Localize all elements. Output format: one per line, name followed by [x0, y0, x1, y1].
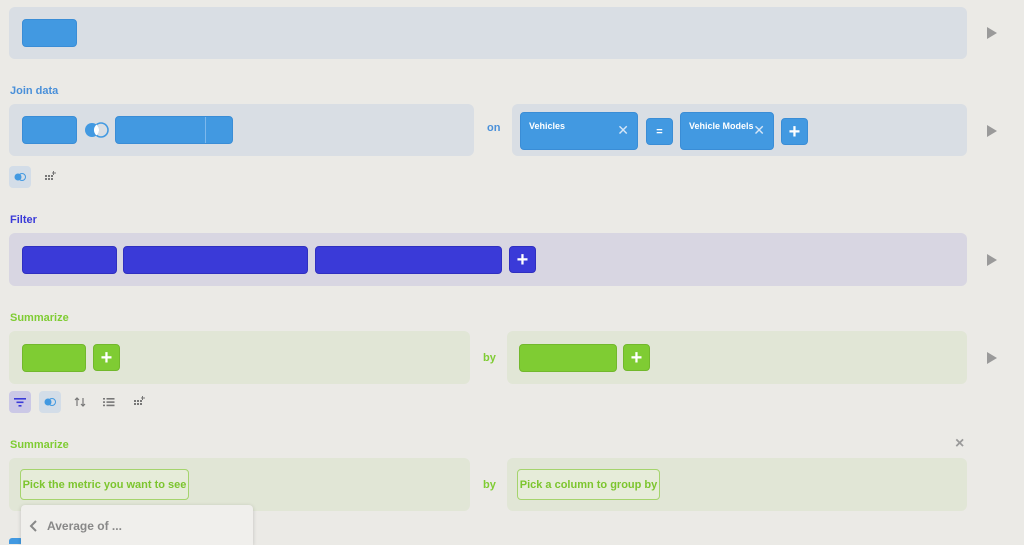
step-action-sort[interactable] — [69, 391, 91, 413]
popover-back-button[interactable]: Average of ... — [29, 518, 122, 534]
preview-play-icon[interactable] — [987, 254, 997, 266]
custom-column-icon — [134, 396, 145, 405]
join-right-column-label: Vehicle Models — [689, 121, 754, 131]
group-pill[interactable] — [519, 344, 617, 372]
join-on-label: on — [487, 122, 501, 134]
join-left-column-label: Vehicles — [529, 121, 566, 131]
join-operator-label: = — [656, 125, 663, 138]
add-filter-button[interactable]: + — [509, 246, 536, 273]
preview-play-icon[interactable] — [987, 125, 997, 137]
pick-group-column-label: Pick a column to group by — [519, 478, 658, 491]
summarize-metrics-panel: + — [9, 331, 470, 384]
custom-column-icon — [45, 171, 56, 180]
pick-metric-label: Pick the metric you want to see — [22, 478, 187, 491]
plus-icon: + — [100, 346, 113, 369]
filter-pill-2[interactable] — [123, 246, 308, 274]
summarize-new-by-label: by — [483, 479, 496, 491]
join-left-table-button[interactable] — [22, 116, 77, 144]
add-group-button[interactable]: + — [623, 344, 650, 371]
join-operator-button[interactable]: = — [646, 118, 673, 145]
join-tables-panel — [9, 104, 474, 156]
metric-picker-popover: Average of ... — [21, 505, 253, 545]
filter-pill-1[interactable] — [22, 246, 117, 274]
pick-group-column-button[interactable]: Pick a column to group by — [517, 469, 660, 500]
data-source-button[interactable] — [22, 19, 77, 47]
summarize-new-metrics-panel: Pick the metric you want to see — [9, 458, 470, 511]
join-right-table-divider — [205, 117, 206, 143]
summarize-groups-panel: + — [507, 331, 967, 384]
step-action-join[interactable] — [39, 391, 61, 413]
join-step-action-join[interactable] — [9, 166, 31, 188]
join-left-column-pill[interactable]: Vehicles ✕ — [520, 112, 638, 150]
summarize-new-groups-panel: Pick a column to group by — [507, 458, 967, 511]
preview-play-icon[interactable] — [987, 27, 997, 39]
pick-metric-button[interactable]: Pick the metric you want to see — [20, 469, 189, 500]
step-action-filter[interactable] — [9, 391, 31, 413]
preview-play-icon[interactable] — [987, 352, 997, 364]
join-step-title: Join data — [10, 85, 59, 97]
step-action-limit[interactable] — [98, 391, 120, 413]
data-step-panel — [9, 7, 967, 59]
list-icon — [103, 398, 115, 407]
add-join-condition-button[interactable]: + — [781, 118, 808, 145]
step-action-custom-column[interactable] — [128, 391, 150, 413]
chevron-left-icon — [29, 520, 37, 532]
filter-step-title: Filter — [10, 214, 37, 226]
popover-back-label: Average of ... — [47, 519, 122, 533]
join-right-table-button[interactable] — [115, 116, 233, 144]
plus-icon: + — [788, 120, 801, 143]
join-icon — [14, 173, 26, 181]
join-step-action-custom-column[interactable] — [39, 166, 61, 188]
join-icon — [44, 398, 56, 406]
summarize-new-step-title: Summarize — [10, 439, 69, 451]
filter-pill-3[interactable] — [315, 246, 502, 274]
remove-right-column-icon[interactable]: ✕ — [753, 123, 765, 137]
join-type-icon[interactable] — [83, 122, 111, 138]
filter-icon — [14, 398, 26, 407]
join-right-column-pill[interactable]: Vehicle Models ✕ — [680, 112, 774, 150]
summarize-step-title: Summarize — [10, 312, 69, 324]
join-conditions-panel: Vehicles ✕ = Vehicle Models ✕ + — [512, 104, 967, 156]
plus-icon: + — [630, 346, 643, 369]
filter-step-panel: + — [9, 233, 967, 286]
sort-icon — [74, 397, 86, 407]
plus-icon: + — [516, 248, 529, 271]
remove-step-close-icon[interactable]: × — [955, 436, 964, 452]
remove-left-column-icon[interactable]: ✕ — [617, 123, 629, 137]
metric-pill[interactable] — [22, 344, 86, 372]
summarize-by-label: by — [483, 352, 496, 364]
add-metric-button[interactable]: + — [93, 344, 120, 371]
